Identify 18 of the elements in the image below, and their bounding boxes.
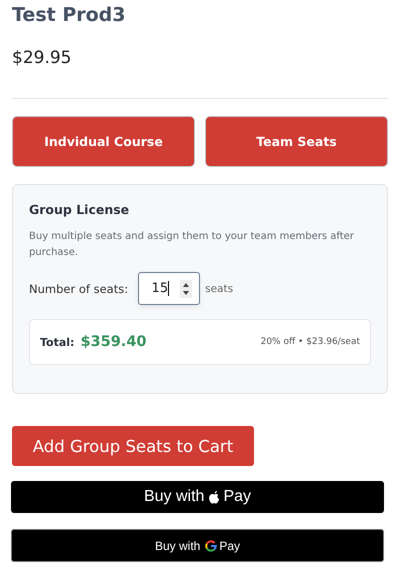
option-button[interactable]: Indvidual Course xyxy=(12,116,195,167)
option-button[interactable]: Team Seats xyxy=(205,116,388,167)
product-price: $29.95 xyxy=(12,48,72,68)
apple-icon xyxy=(208,490,222,504)
spinner-icon[interactable] xyxy=(180,280,192,298)
google-g-icon xyxy=(205,540,218,552)
seats-input[interactable]: 15 xyxy=(138,272,200,305)
seats-unit: seats xyxy=(205,282,234,294)
apple-pay-button[interactable]: Buy with Pay xyxy=(11,481,384,513)
panel-title: Group License xyxy=(29,202,130,217)
panel-description: Buy multiple seats and assign them to your team members after purchase. xyxy=(29,230,355,260)
seats-label: Number of seats: xyxy=(29,282,128,296)
total-label: Total: xyxy=(40,336,74,348)
product-title: Test Prod3 xyxy=(12,4,126,26)
add-to-cart-button[interactable]: Add Group Seats to Cart xyxy=(12,426,254,466)
discount-note: 20% off • $23.96/seat xyxy=(260,337,360,347)
total-amount: $359.40 xyxy=(80,334,146,350)
google-pay-button[interactable]: Buy with Pay xyxy=(11,529,384,562)
